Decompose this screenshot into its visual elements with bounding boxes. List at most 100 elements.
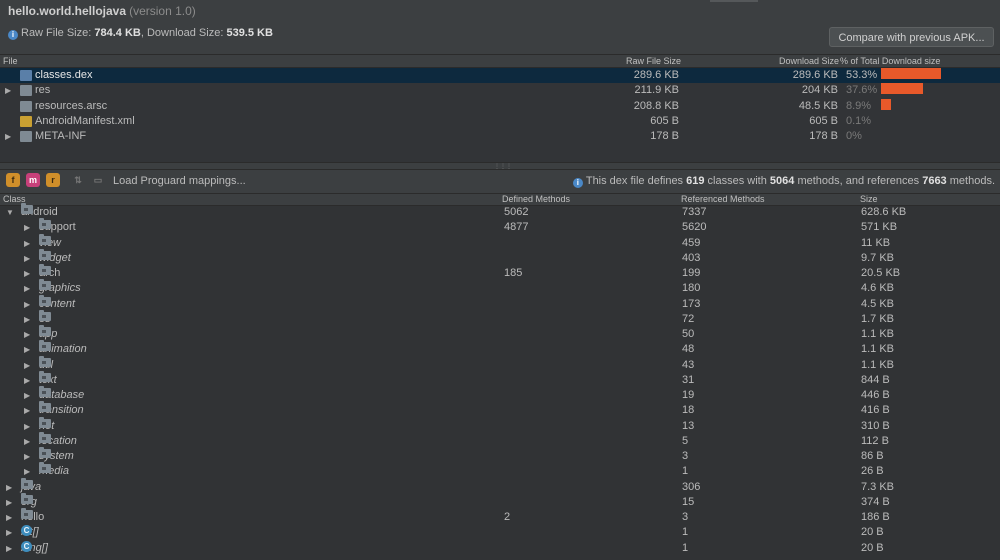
raw-size-value: 784.4 KB	[94, 27, 141, 39]
tree-row[interactable]: ▶view45911 KB	[0, 233, 1000, 251]
tree-row[interactable]: ▶arch18519920.5 KB	[0, 264, 1000, 281]
col-download-size[interactable]: Download Size	[779, 56, 839, 66]
tree-row[interactable]: ▶org15374 B	[0, 492, 1000, 510]
percent-total: 0%	[846, 130, 862, 143]
tree-row[interactable]: ▶ transition 18 416 B	[0, 401, 1000, 418]
expand-arrow-icon[interactable]: ▶	[24, 419, 30, 434]
tree-row[interactable]: ▶ media 1 26 B	[0, 462, 1000, 479]
tree-row[interactable]: ▶ support 4877 5620 571 KB	[0, 218, 1000, 235]
raw-size-label: Raw File Size:	[21, 27, 92, 39]
class-size: 86 B	[861, 450, 884, 462]
expand-arrow-icon[interactable]: ▶	[24, 373, 30, 388]
package-icon	[39, 447, 51, 458]
collapse-arrow-icon[interactable]: ▼	[6, 205, 14, 220]
expand-arrow-icon[interactable]: ▶	[24, 251, 30, 266]
expand-arrow-icon[interactable]: ▶	[24, 236, 30, 251]
tree-row[interactable]: ▶ content 173 4.5 KB	[0, 294, 1000, 312]
percent-total: 53.3%	[846, 69, 878, 81]
package-icon	[39, 264, 51, 275]
col-defined-methods[interactable]: Defined Methods	[502, 194, 570, 204]
tree-row[interactable]: ▶java3067.3 KB	[0, 477, 1000, 495]
class-size: 416 B	[861, 404, 890, 417]
show-removed-icon[interactable]: ⇅	[71, 173, 85, 187]
size-summary: i Raw File Size: 784.4 KB, Download Size:…	[8, 27, 273, 40]
expand-arrow-icon[interactable]: ▶	[24, 327, 30, 342]
tree-row[interactable]: ▶net13310 B	[0, 416, 1000, 434]
col-raw-size[interactable]: Raw File Size	[626, 56, 681, 66]
tree-row[interactable]: ▶ system 3 86 B	[0, 447, 1000, 464]
tree-row[interactable]: ▶ animation 48 1.1 KB	[0, 340, 1000, 357]
load-proguard-button[interactable]: Load Proguard mappings...	[113, 175, 246, 187]
expand-arrow-icon[interactable]: ▶	[24, 449, 30, 464]
referenced-methods: 19	[682, 389, 695, 401]
file-name: resources.arsc	[35, 99, 108, 112]
tree-row[interactable]: ▶ widget 403 9.7 KB	[0, 248, 1000, 266]
class-size: 4.5 KB	[861, 297, 895, 310]
expand-arrow-icon[interactable]: ▶	[24, 220, 30, 235]
reference-count: 7663	[922, 175, 947, 187]
package-icon	[39, 416, 51, 428]
expand-arrow-icon[interactable]: ▶	[24, 403, 30, 418]
package-icon	[21, 203, 33, 214]
expand-arrow-icon[interactable]: ▶	[6, 510, 12, 525]
file-row[interactable]: classes.dex 289.6 KB 289.6 KB 53.3%	[0, 68, 1000, 83]
show-methods-icon[interactable]: m	[26, 173, 40, 187]
referenced-methods: 50	[682, 328, 695, 340]
package-icon	[21, 477, 33, 489]
class-size: 1.1 KB	[861, 343, 895, 356]
tree-row[interactable]: ▶text31844 B	[0, 370, 1000, 388]
expand-arrow-icon[interactable]: ▶	[5, 83, 11, 98]
expand-arrow-icon[interactable]: ▶	[6, 495, 12, 510]
expand-arrow-icon[interactable]: ▶	[24, 266, 30, 281]
download-size: 605 B	[809, 114, 838, 127]
tree-row[interactable]: ▶app501.1 KB	[0, 325, 1000, 342]
expand-arrow-icon[interactable]: ▶	[24, 281, 30, 296]
expand-arrow-icon[interactable]: ▶	[6, 525, 12, 540]
expand-arrow-icon[interactable]: ▶	[24, 297, 30, 312]
compare-apk-button[interactable]: Compare with previous APK...	[829, 27, 994, 47]
referenced-methods: 1	[682, 465, 689, 478]
file-row[interactable]: AndroidManifest.xml 605 B 605 B 0.1%	[0, 114, 1000, 129]
tree-row[interactable]: ▶os721.7 KB	[0, 309, 1000, 327]
splitter-grip-icon[interactable]: ⋮⋮⋮	[494, 163, 512, 170]
file-row[interactable]: ▶ META-INF 178 B 178 B 0%	[0, 129, 1000, 144]
expand-arrow-icon[interactable]: ▶	[24, 342, 30, 357]
file-row[interactable]: resources.arsc 208.8 KB 48.5 KB 8.9%	[0, 98, 1000, 114]
expand-arrow-icon[interactable]: ▶	[24, 358, 30, 373]
expand-arrow-icon[interactable]: ▶	[5, 129, 11, 144]
col-file[interactable]: File	[3, 56, 18, 66]
class-size: 310 B	[861, 419, 890, 432]
raw-size: 289.6 KB	[633, 69, 679, 81]
tree-row[interactable]: ▶ location 5 112 B	[0, 431, 1000, 449]
col-referenced-methods[interactable]: Referenced Methods	[681, 194, 765, 204]
package-icon	[39, 370, 51, 382]
folder-toggle-icon[interactable]: ▭	[91, 173, 105, 187]
dex-toolbar: f m r ⇅ ▭ Load Proguard mappings... i Thi…	[0, 170, 1000, 192]
class-size: 7.3 KB	[861, 480, 895, 493]
file-row[interactable]: ▶ res 211.9 KB 204 KB 37.6%	[0, 83, 1000, 98]
summary-classes-word: classes with	[707, 175, 767, 187]
download-size: 178 B	[809, 130, 838, 143]
tree-row[interactable]: ▶util431.1 KB	[0, 355, 1000, 373]
referenced-methods: 173	[682, 297, 701, 310]
info-icon: i	[8, 30, 18, 40]
tree-row[interactable]: ▶ hello 2 3 186 B	[0, 508, 1000, 525]
referenced-methods: 15	[682, 495, 695, 508]
expand-arrow-icon[interactable]: ▶	[6, 541, 12, 556]
expand-arrow-icon[interactable]: ▶	[24, 388, 30, 403]
tree-row[interactable]: ▶ Cint[] 1 20 B	[0, 525, 1000, 540]
expand-arrow-icon[interactable]: ▶	[24, 312, 30, 327]
download-size: 289.6 KB	[792, 69, 838, 81]
download-size: 204 KB	[801, 84, 838, 97]
show-fields-icon[interactable]: f	[6, 173, 20, 187]
tree-row[interactable]: ▶ graphics 180 4.6 KB	[0, 279, 1000, 296]
tree-row[interactable]: ▼ android 5062 7337 628.6 KB	[0, 203, 1000, 220]
expand-arrow-icon[interactable]: ▶	[6, 480, 12, 495]
show-referenced-icon[interactable]: r	[46, 173, 60, 187]
col-size[interactable]: Size	[860, 194, 878, 204]
expand-arrow-icon[interactable]: ▶	[24, 434, 30, 449]
tree-row[interactable]: ▶ database 19 446 B	[0, 386, 1000, 403]
tree-row[interactable]: ▶ Clong[] 1 20 B	[0, 540, 1000, 556]
col-percent-total[interactable]: % of Total Download size	[840, 56, 940, 66]
package-icon	[39, 462, 51, 474]
